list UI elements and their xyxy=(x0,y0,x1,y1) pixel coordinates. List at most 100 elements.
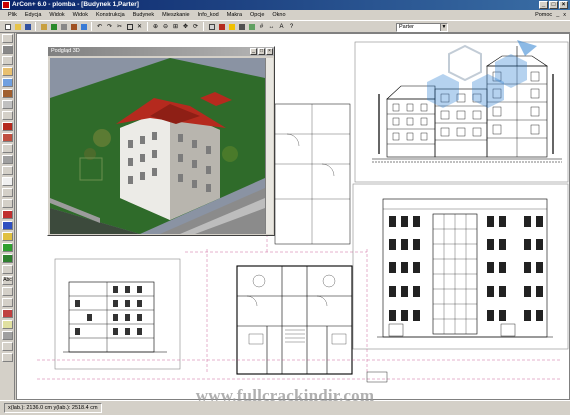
stairs-tool-icon[interactable] xyxy=(2,111,13,120)
menu-makra[interactable]: Makra xyxy=(223,12,246,18)
refresh-icon[interactable]: ⟳ xyxy=(191,22,200,31)
preview-3d-title: Podgląd 3D xyxy=(51,48,80,54)
menu-budynek[interactable]: Budynek xyxy=(129,12,158,18)
symbol-tool-icon[interactable] xyxy=(2,287,13,296)
new-file-icon[interactable] xyxy=(3,22,12,31)
preview-scrollbar[interactable] xyxy=(265,58,273,234)
copy-icon[interactable] xyxy=(125,22,134,31)
pan-icon[interactable]: ✥ xyxy=(181,22,190,31)
wall-tool-icon[interactable] xyxy=(2,45,13,54)
window-place-icon[interactable] xyxy=(2,78,13,87)
close-button[interactable]: × xyxy=(559,1,568,9)
dormer-tool-icon[interactable] xyxy=(2,133,13,142)
menu-konstrukcja[interactable]: Konstrukcja xyxy=(92,12,129,18)
menu-plik[interactable]: Plik xyxy=(4,12,21,18)
hatch-tool-icon[interactable] xyxy=(2,298,13,307)
zoom-out-icon[interactable]: ⊖ xyxy=(161,22,170,31)
main-toolbar: ↶ ↷ ✂ ✕ ⊕ ⊖ ⊞ ✥ ⟳ # ↔ A ? Parter ▼ xyxy=(0,20,570,33)
tool-palette: Abc xyxy=(0,33,15,400)
measure-icon[interactable]: ↔ xyxy=(267,22,276,31)
building-3d-render xyxy=(50,58,265,234)
window-tool-icon[interactable] xyxy=(79,22,88,31)
door-icon[interactable] xyxy=(69,22,78,31)
pencil-icon[interactable] xyxy=(39,22,48,31)
open-folder-icon[interactable] xyxy=(13,22,22,31)
save-disk-icon[interactable] xyxy=(23,22,32,31)
preview-maximize-button[interactable]: □ xyxy=(258,48,265,55)
room-tool-icon[interactable] xyxy=(2,67,13,76)
menu-info-kod[interactable]: Info_kod xyxy=(194,12,223,18)
ceiling-tool-icon[interactable] xyxy=(2,155,13,164)
menu-widok-2[interactable]: Widok xyxy=(69,12,92,18)
3d-view-icon[interactable] xyxy=(217,22,226,31)
drawing-canvas[interactable]: Podgląd 3D _ □ × xyxy=(16,33,570,400)
rotate-icon[interactable] xyxy=(2,56,13,65)
preview-close-button[interactable]: × xyxy=(266,48,273,55)
menu-pomoc[interactable]: Pomoc xyxy=(535,10,552,20)
plant-tool-icon[interactable] xyxy=(2,243,13,252)
brush-icon[interactable] xyxy=(49,22,58,31)
zoom-in-icon[interactable]: ⊕ xyxy=(151,22,160,31)
redo-icon[interactable]: ↷ xyxy=(105,22,114,31)
front-elevation xyxy=(352,183,569,350)
preview-3d-window[interactable]: Podgląd 3D _ □ × xyxy=(47,46,275,236)
dimension-icon[interactable] xyxy=(2,188,13,197)
light-tool-icon[interactable] xyxy=(2,320,13,329)
help-icon[interactable]: ? xyxy=(287,22,296,31)
camera-icon[interactable] xyxy=(237,22,246,31)
maximize-button[interactable]: □ xyxy=(549,1,558,9)
settings-tool-icon[interactable] xyxy=(2,342,13,351)
window-title: ArCon+ 6.0 - plomba - [Budynek 1,Parter] xyxy=(12,1,139,8)
floor-select[interactable]: Parter ▼ xyxy=(396,23,448,32)
chevron-down-icon[interactable]: ▼ xyxy=(440,24,447,31)
layer-tool-icon[interactable] xyxy=(2,309,13,318)
minimize-button[interactable]: _ xyxy=(539,1,548,9)
line-tool-icon[interactable] xyxy=(2,199,13,208)
preview-3d-viewport[interactable] xyxy=(50,58,265,234)
render-icon[interactable] xyxy=(227,22,236,31)
status-bar: x(lab.): 2136.0 cm y(lab.): 2518.4 cm xyxy=(0,400,570,415)
app-icon[interactable] xyxy=(2,1,10,9)
coordinate-readout: x(lab.): 2136.0 cm y(lab.): 2518.4 cm xyxy=(4,403,102,413)
floor-select-value: Parter xyxy=(399,24,414,30)
text-icon[interactable]: A xyxy=(277,22,286,31)
preview-minimize-button[interactable]: _ xyxy=(250,48,257,55)
menu-mieszkanie[interactable]: Mieszkanie xyxy=(158,12,194,18)
floor-tool-icon[interactable] xyxy=(2,144,13,153)
undo-icon[interactable]: ↶ xyxy=(95,22,104,31)
wall-icon[interactable] xyxy=(59,22,68,31)
layer-icon[interactable] xyxy=(247,22,256,31)
info-tool-icon[interactable] xyxy=(2,353,13,362)
fill-tool-icon[interactable] xyxy=(2,221,13,230)
object-tool-icon[interactable] xyxy=(2,232,13,241)
preview-3d-titlebar[interactable]: Podgląd 3D _ □ × xyxy=(48,47,274,56)
select-arrow-icon[interactable] xyxy=(2,34,13,43)
menu-okno[interactable]: Okno xyxy=(268,12,289,18)
roof-tool-icon[interactable] xyxy=(2,122,13,131)
mdi-close-button[interactable]: x xyxy=(563,10,566,20)
eraser-icon[interactable] xyxy=(2,177,13,186)
delete-icon[interactable]: ✕ xyxy=(135,22,144,31)
toolbar-separator xyxy=(147,22,148,31)
menu-widok[interactable]: Widok xyxy=(45,12,68,18)
toolbar-separator xyxy=(35,22,36,31)
zoom-window-icon[interactable]: ⊞ xyxy=(171,22,180,31)
plan-view-icon[interactable] xyxy=(207,22,216,31)
arcon-window: ArCon+ 6.0 - plomba - [Budynek 1,Parter]… xyxy=(0,0,570,415)
toolbar-separator xyxy=(91,22,92,31)
cut-icon[interactable]: ✂ xyxy=(115,22,124,31)
abc-text-icon[interactable]: Abc xyxy=(2,276,13,285)
menu-edycja[interactable]: Edycja xyxy=(21,12,46,18)
menu-opcje[interactable]: Opcje xyxy=(246,12,268,18)
door-place-icon[interactable] xyxy=(2,89,13,98)
color-tool-icon[interactable] xyxy=(2,210,13,219)
slab-opening-icon[interactable] xyxy=(2,166,13,175)
grid-icon[interactable]: # xyxy=(257,22,266,31)
label-tool-icon[interactable] xyxy=(2,265,13,274)
menu-bar: Plik Edycja Widok Widok Konstrukcja Budy… xyxy=(0,10,570,20)
mdi-minimize-button[interactable]: _ xyxy=(556,10,559,20)
watermark-logo xyxy=(427,40,537,108)
column-tool-icon[interactable] xyxy=(2,100,13,109)
camera-tool-icon[interactable] xyxy=(2,331,13,340)
terrain-tool-icon[interactable] xyxy=(2,254,13,263)
